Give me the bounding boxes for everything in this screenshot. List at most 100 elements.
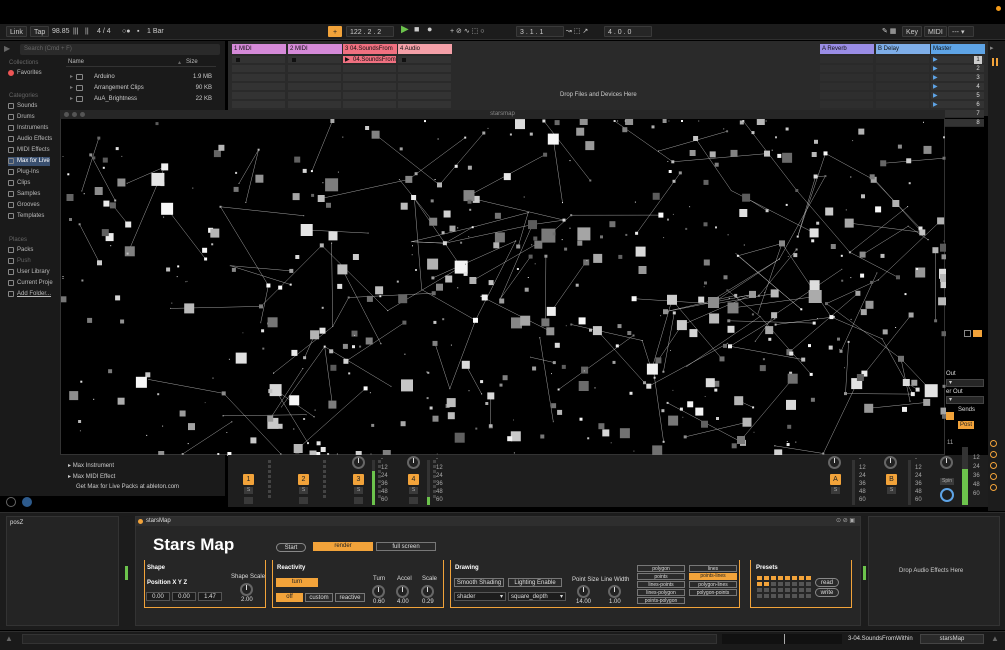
full-screen-button[interactable]: full screen (376, 542, 436, 551)
scene-launch[interactable]: ▶ 5 (931, 92, 984, 100)
clip-slot[interactable] (398, 92, 451, 100)
nudge-icon[interactable]: ||| (73, 26, 78, 37)
category-instruments[interactable]: Instruments (8, 124, 48, 133)
scene-launch[interactable]: ▶ 4 (931, 83, 984, 91)
scene-play-icon[interactable]: ▶ (933, 65, 938, 73)
clip-slot[interactable] (232, 92, 285, 100)
clip-slot[interactable] (343, 65, 396, 73)
column-size[interactable]: Size (186, 59, 198, 65)
clip-slot[interactable] (232, 83, 285, 91)
arm-button[interactable] (409, 497, 418, 504)
preset-slot[interactable] (799, 594, 804, 598)
clip-slot[interactable] (343, 101, 396, 109)
left-status-icon[interactable]: ▲ (5, 634, 13, 643)
render-button[interactable]: render (313, 542, 373, 551)
signature-field[interactable]: 4 / 4 (97, 26, 111, 37)
preset-slot[interactable] (778, 588, 783, 592)
clip-slot[interactable] (343, 74, 396, 82)
arrangement-position[interactable]: 122 . 2 . 2 (346, 26, 394, 37)
return-header-2[interactable]: B Delay (876, 44, 930, 54)
device-power-icon[interactable] (138, 519, 143, 524)
category-clips[interactable]: Clips (8, 179, 30, 188)
category-samples[interactable]: Samples (8, 190, 40, 199)
scene-launch[interactable]: ▶ 2 (931, 65, 984, 73)
preset-slot[interactable] (764, 594, 769, 598)
track-activator-3[interactable]: 3 (353, 474, 364, 485)
reactivity-turn-knob[interactable] (372, 585, 385, 598)
io-toggle-icon[interactable] (992, 58, 998, 66)
clip-stop-icon[interactable] (402, 58, 406, 62)
track-header-2[interactable]: 2 MIDI (288, 44, 342, 54)
clip-stop-icon[interactable] (236, 58, 240, 62)
starsmap-visualizer-window[interactable] (60, 110, 946, 456)
collection-favorites[interactable]: Favorites (8, 69, 42, 78)
preset-slot[interactable] (771, 576, 776, 580)
clip-slot[interactable] (288, 74, 341, 82)
draw-mode-polygon[interactable]: polygon (637, 565, 685, 572)
custom-button[interactable]: custom (305, 593, 333, 602)
return-solo-button[interactable]: S (887, 487, 896, 494)
crossfade-e-icon[interactable] (990, 484, 997, 491)
clip-slot[interactable] (288, 56, 341, 64)
clip-slot[interactable] (343, 92, 396, 100)
clip-slot[interactable] (398, 56, 451, 64)
play-icon[interactable]: ▶ (401, 24, 409, 35)
browser-toggle-icon[interactable]: ▶ (4, 44, 16, 55)
clip-slot[interactable] (288, 101, 341, 109)
draw-mode-polygon-points[interactable]: polygon-points (689, 589, 737, 596)
preset-slot[interactable] (757, 582, 762, 586)
place-current-proje[interactable]: Current Proje (8, 279, 53, 288)
track-activator-4[interactable]: 4 (408, 474, 419, 485)
preset-slot[interactable] (771, 588, 776, 592)
preset-slot[interactable] (792, 588, 797, 592)
preset-slot[interactable] (764, 576, 769, 580)
position-x[interactable]: 0.00 (146, 592, 170, 601)
smooth-shading-toggle[interactable]: Smooth Shading (454, 578, 504, 587)
overview-icon[interactable]: ▸ (990, 44, 998, 52)
draw-mode-points-polygon[interactable]: points-polygon (637, 597, 685, 604)
category-sounds[interactable]: Sounds (8, 102, 37, 111)
solo-button[interactable]: S (244, 487, 253, 494)
track-header-4[interactable]: 4 Audio (398, 44, 452, 54)
solo-button[interactable]: S (409, 487, 418, 494)
preset-slot[interactable] (778, 576, 783, 580)
preset-slot[interactable] (785, 588, 790, 592)
clip-play-icon[interactable]: ▶ (345, 56, 350, 64)
arm-button[interactable] (299, 497, 308, 504)
return-pan-knob[interactable] (828, 456, 841, 469)
right-status-icon[interactable]: ▲ (991, 634, 999, 643)
expand-icon[interactable]: ▸ (70, 94, 73, 105)
loop-length[interactable]: 4 . 0 . 0 (604, 26, 652, 37)
browser-search-input[interactable]: Search (Cmd + F) (20, 44, 220, 55)
clip-slot[interactable] (343, 83, 396, 91)
category-midi-effects[interactable]: MIDI Effects (8, 146, 50, 155)
link-button[interactable]: Link (6, 26, 27, 37)
max-packs-link[interactable]: Get Max for Live Packs at ableton.com (76, 484, 179, 490)
off-button[interactable]: off (276, 593, 303, 602)
clip-slot[interactable] (232, 65, 285, 73)
preset-write-button[interactable]: write (815, 588, 839, 597)
bpm-field[interactable]: 98.85 (52, 26, 70, 37)
preset-slot[interactable] (799, 582, 804, 586)
preset-slot[interactable] (778, 594, 783, 598)
audio-effects-drop-zone[interactable]: Drop Audio Effects Here (868, 516, 1000, 626)
category-grooves[interactable]: Grooves (8, 201, 40, 210)
scene-launch[interactable]: ▶ 3 (931, 74, 984, 82)
scene-launch[interactable]: ▶ 1 (931, 56, 984, 64)
scene-play-icon[interactable]: ▶ (933, 83, 938, 91)
clip-slot[interactable] (288, 83, 341, 91)
start-button[interactable]: Start (276, 543, 306, 552)
metronome-icon[interactable]: ○● (122, 26, 130, 37)
scene-play-icon[interactable]: ▶ (933, 101, 938, 109)
clip-slot[interactable] (288, 92, 341, 100)
column-name[interactable]: Name (68, 59, 84, 65)
key-map-button[interactable]: Key (902, 26, 923, 37)
file-row[interactable]: ▸ Arrangement Clips 90 KB (66, 83, 216, 94)
io-out-select[interactable]: ▾ (946, 379, 984, 387)
position-y[interactable]: 0.00 (172, 592, 196, 601)
clip-slot[interactable] (232, 56, 285, 64)
clip-slot[interactable] (232, 74, 285, 82)
preset-slot[interactable] (764, 588, 769, 592)
preset-read-button[interactable]: read (815, 578, 839, 587)
clip-slot[interactable] (232, 101, 285, 109)
